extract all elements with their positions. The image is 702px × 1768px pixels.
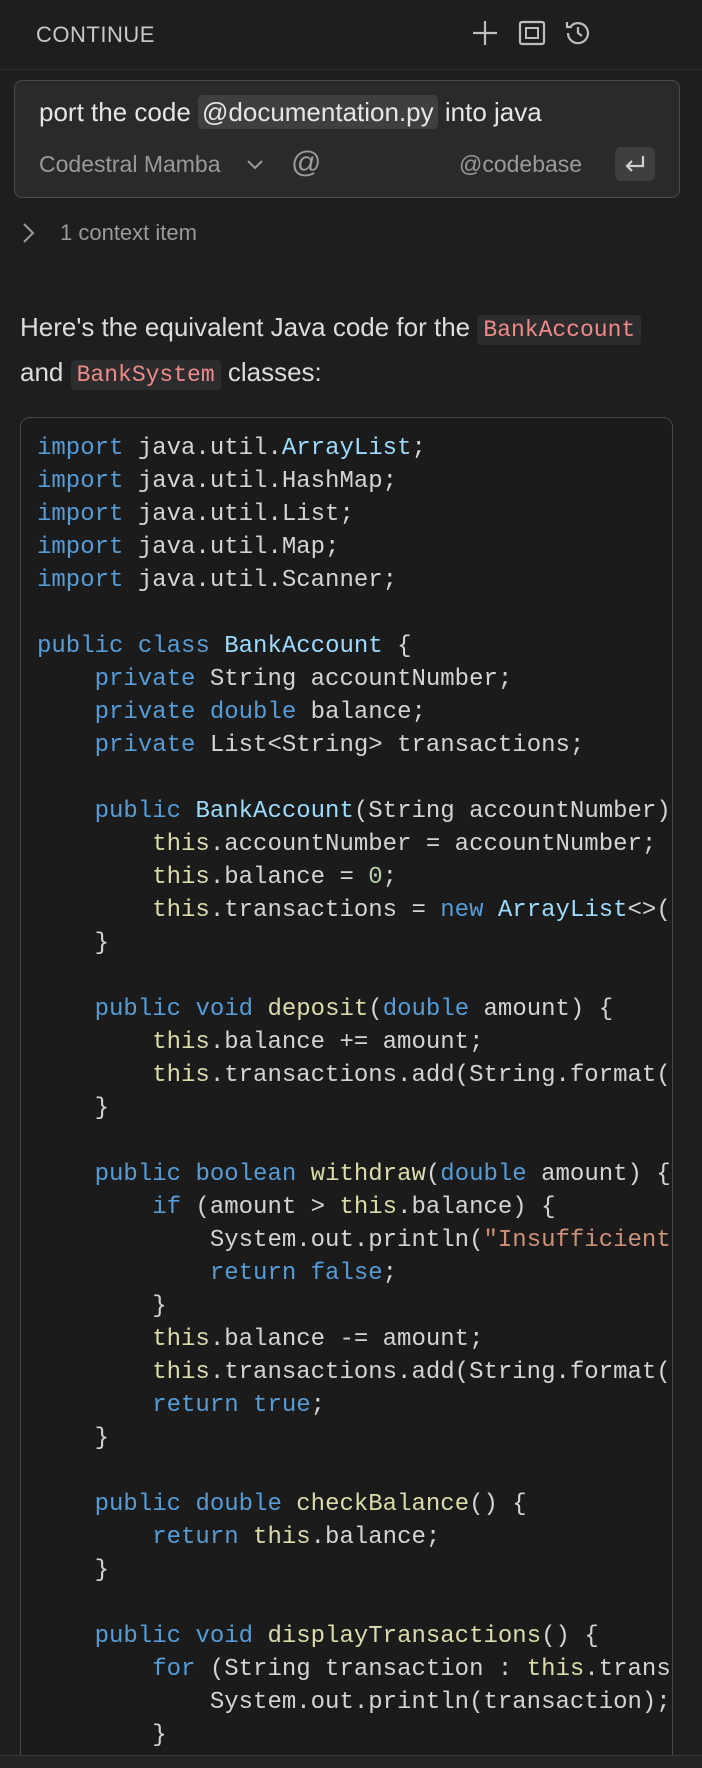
code-line: this.accountNumber = accountNumber; bbox=[152, 831, 657, 858]
model-selector[interactable]: Codestral Mamba bbox=[39, 151, 221, 178]
code-line: this.transactions = new ArrayList<>( bbox=[152, 897, 671, 924]
inline-code-banksystem: BankSystem bbox=[70, 360, 221, 390]
code-line: } bbox=[37, 930, 110, 957]
code-line: public void deposit(double amount) { bbox=[94, 996, 614, 1023]
code-line: return this.balance; bbox=[152, 1524, 441, 1551]
code-line: private double balance; bbox=[94, 699, 426, 726]
panel-header: CONTINUE bbox=[0, 0, 702, 70]
code-line: return true; bbox=[152, 1392, 326, 1419]
intro-prefix: Here's the equivalent Java code for the bbox=[20, 312, 478, 342]
code-line: import java.util.Scanner; bbox=[37, 567, 398, 594]
code-line: public boolean withdraw(double amount) { bbox=[94, 1161, 671, 1188]
assistant-intro: Here's the equivalent Java code for the … bbox=[20, 306, 680, 396]
code-line: this.balance = 0; bbox=[152, 864, 398, 891]
prompt-suffix: into java bbox=[437, 97, 542, 127]
code-line: public void displayTransactions() { bbox=[94, 1623, 599, 1650]
at-mention-icon[interactable]: @ bbox=[291, 146, 321, 180]
code-line: public double checkBalance() { bbox=[94, 1491, 527, 1518]
fullscreen-icon[interactable] bbox=[517, 18, 547, 48]
inline-code-bankaccount: BankAccount bbox=[477, 315, 642, 345]
code-content: import java.util.ArrayList; import java.u… bbox=[37, 432, 671, 1768]
code-line: return false; bbox=[209, 1260, 398, 1287]
code-line: } bbox=[37, 1095, 110, 1122]
code-block[interactable]: import java.util.ArrayList; import java.u… bbox=[20, 417, 673, 1768]
code-line: this.transactions.add(String.format( bbox=[152, 1062, 671, 1089]
code-line: System.out.println("Insufficient bbox=[37, 1227, 671, 1254]
code-line: private String accountNumber; bbox=[94, 666, 513, 693]
history-icon[interactable] bbox=[563, 18, 593, 48]
prompt-prefix: port the code bbox=[39, 97, 198, 127]
code-line: } bbox=[37, 1425, 110, 1452]
code-line: import java.util.List; bbox=[37, 501, 354, 528]
prompt-text[interactable]: port the code @documentation.py into jav… bbox=[39, 95, 542, 129]
code-line: } bbox=[37, 1722, 167, 1749]
context-items-label: 1 context item bbox=[60, 220, 197, 245]
code-line: import java.util.Map; bbox=[37, 534, 340, 561]
code-line: private List<String> transactions; bbox=[94, 732, 585, 759]
code-line: this.transactions.add(String.format( bbox=[152, 1359, 671, 1386]
chevron-down-icon[interactable] bbox=[245, 157, 265, 173]
intro-suffix: classes: bbox=[220, 357, 322, 387]
enter-icon[interactable] bbox=[615, 147, 655, 181]
chat-input-box[interactable]: port the code @documentation.py into jav… bbox=[14, 80, 680, 198]
codebase-button[interactable]: @codebase bbox=[459, 151, 582, 178]
code-line: this.balance += amount; bbox=[152, 1029, 484, 1056]
code-line: this.balance -= amount; bbox=[152, 1326, 484, 1353]
intro-middle: and bbox=[20, 357, 71, 387]
code-line: import java.util.ArrayList; bbox=[37, 435, 426, 462]
plus-icon[interactable] bbox=[470, 18, 500, 48]
code-line: import java.util.HashMap; bbox=[37, 468, 398, 495]
file-mention-chip[interactable]: @documentation.py bbox=[198, 95, 438, 129]
code-line: System.out.println(transaction); bbox=[37, 1689, 671, 1716]
continue-panel: CONTINUE port the code @documentation.py… bbox=[0, 0, 702, 1768]
code-line: } bbox=[37, 1293, 167, 1320]
code-line: if (amount > this.balance) { bbox=[152, 1194, 556, 1221]
code-line: } bbox=[37, 1557, 110, 1584]
code-line: for (String transaction : this.trans bbox=[152, 1656, 671, 1683]
code-line: public class BankAccount { bbox=[37, 633, 412, 660]
scroll-edge bbox=[0, 1755, 702, 1768]
panel-title: CONTINUE bbox=[36, 22, 155, 47]
chevron-right-icon[interactable] bbox=[18, 220, 40, 246]
code-line: public BankAccount(String accountNumber) bbox=[94, 798, 671, 825]
